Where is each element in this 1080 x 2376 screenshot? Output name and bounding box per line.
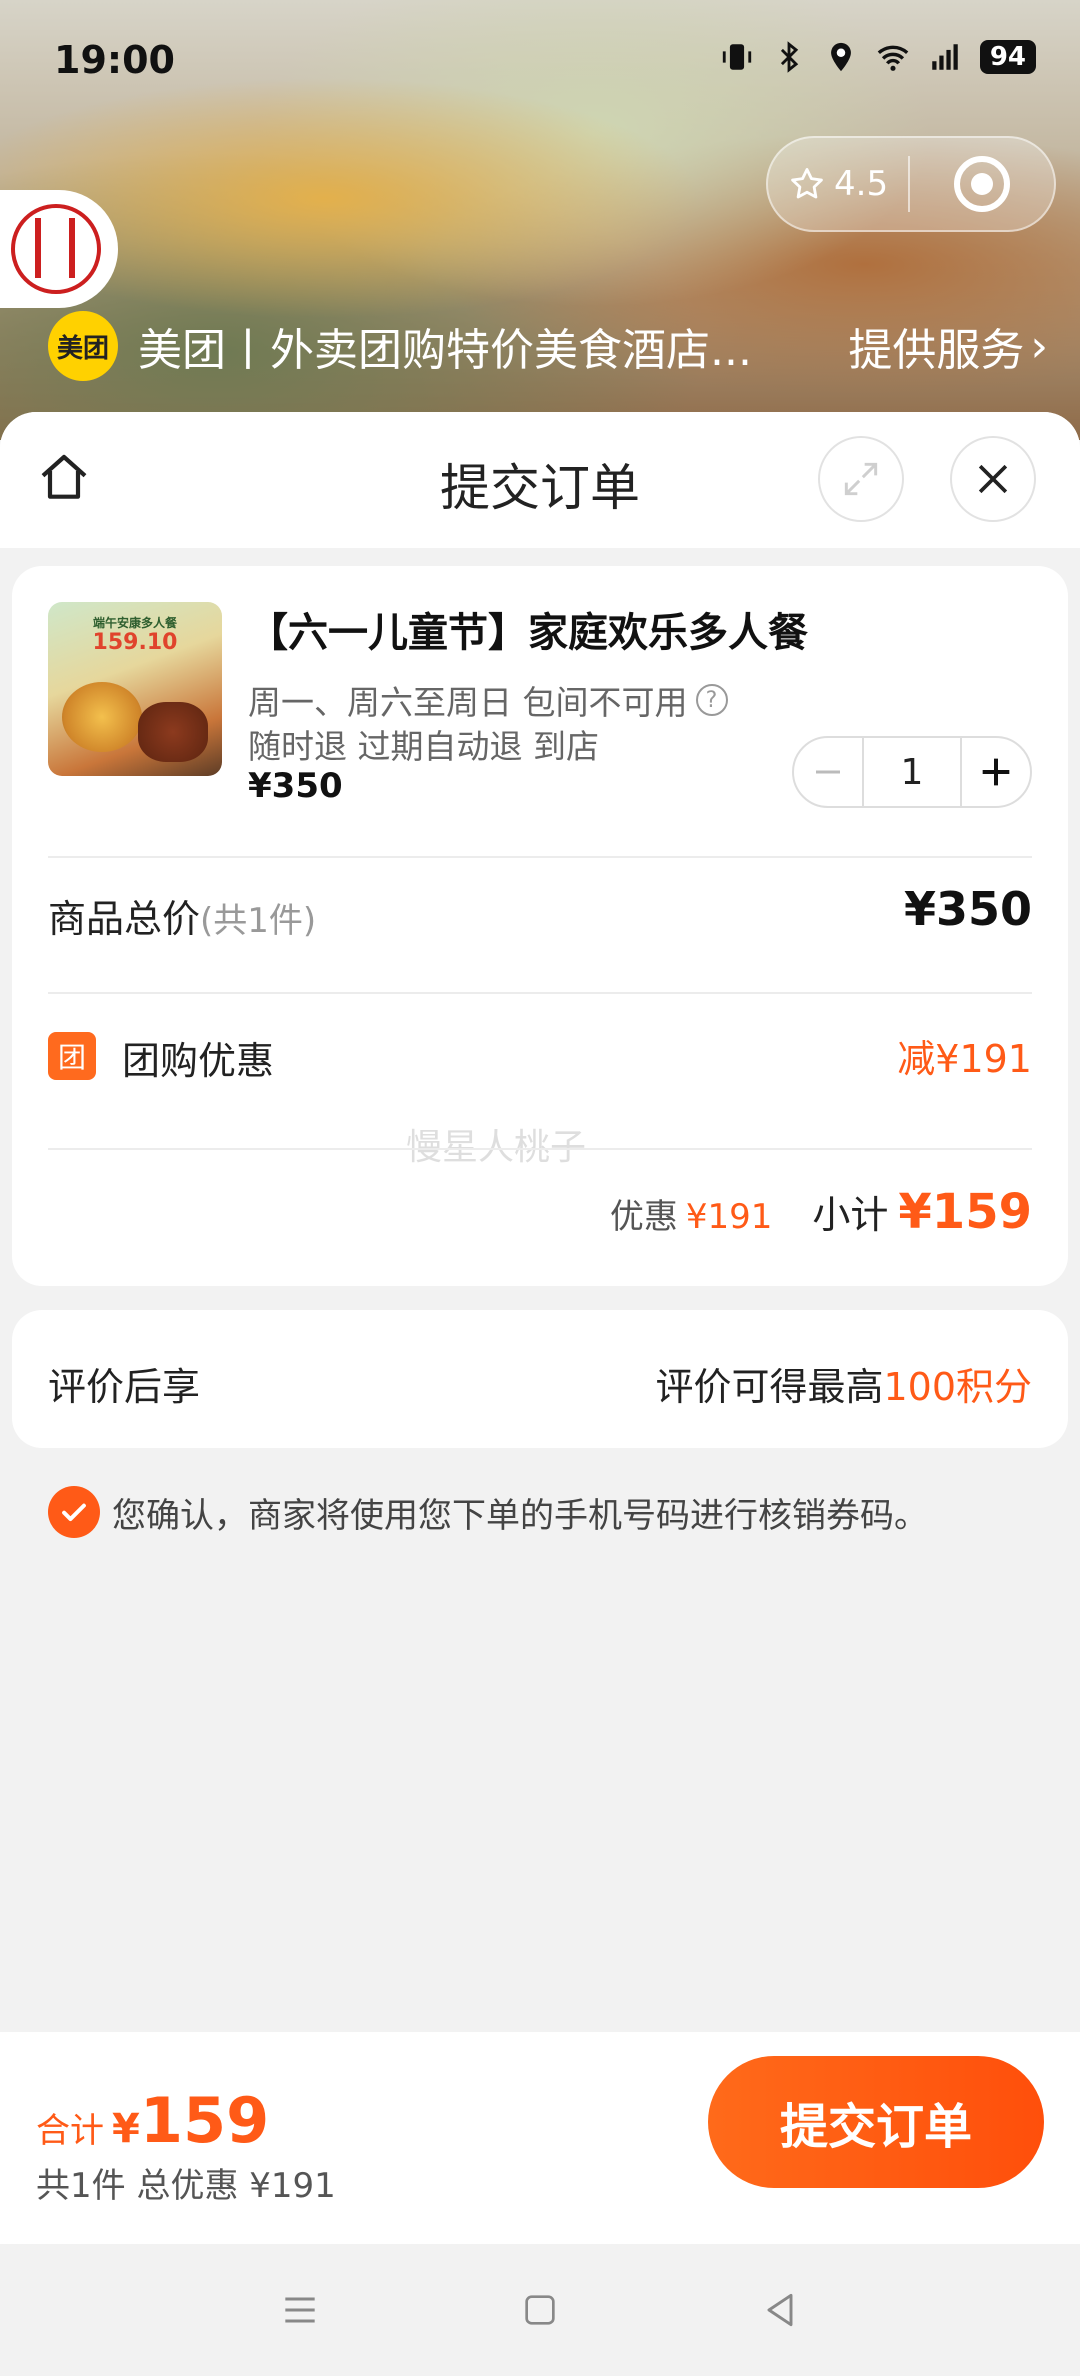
- sinopec-logo[interactable]: [0, 190, 118, 308]
- meituan-badge: 美团: [48, 311, 118, 381]
- total-price-row: 商品总价(共1件): [48, 888, 316, 943]
- total-price-label: 商品总价: [48, 897, 201, 941]
- back-icon: [767, 2293, 793, 2327]
- grand-total: 合计 ¥ 159: [36, 2084, 269, 2157]
- provider-row[interactable]: 美团 美团丨外卖团购特价美食酒店... 提供服务 ›: [48, 310, 1048, 382]
- divider: [48, 1148, 1032, 1150]
- product-image[interactable]: 端午安康多人餐 159.10: [48, 602, 222, 776]
- target-icon[interactable]: [954, 156, 1011, 212]
- discount-label: 优惠: [609, 1197, 678, 1237]
- quantity-stepper: 1: [792, 736, 1032, 808]
- plus-button[interactable]: [962, 738, 1030, 806]
- subtotal-label: 小计: [812, 1193, 889, 1237]
- watermark: 慢星人桃子: [406, 1127, 587, 1168]
- tuangou-label: 团购优惠: [122, 1039, 275, 1083]
- location-icon: [830, 42, 851, 72]
- provider-title: 美团丨外卖团购特价美食酒店...: [138, 325, 752, 376]
- total-price-value: ¥350: [903, 882, 1032, 936]
- provider-service-link[interactable]: 提供服务 ›: [848, 314, 1048, 378]
- menu-button[interactable]: [270, 2280, 330, 2340]
- close-button[interactable]: [950, 436, 1036, 522]
- status-bar: 19:00 94: [0, 0, 1080, 130]
- order-card: 端午安康多人餐 159.10 【六一儿童节】家庭欢乐多人餐 周一、周六至周日 包…: [12, 566, 1068, 1286]
- product-price: ¥350: [248, 766, 343, 806]
- mini-program-capsule: 4.5: [766, 136, 1056, 232]
- tuangou-icon: 团: [48, 1032, 96, 1080]
- status-icons: 94: [720, 40, 1036, 74]
- signal-icon: [932, 44, 958, 70]
- capsule-divider: [908, 156, 911, 212]
- grand-total-sub: 共1件 总优惠 ¥191: [36, 2166, 336, 2206]
- provider-service-label: 提供服务: [848, 325, 1025, 376]
- confirm-text: 您确认，商家将使用您下单的手机号码进行核销券码。: [112, 1495, 928, 1536]
- product-image-caption: 端午安康多人餐: [92, 616, 177, 630]
- minus-button[interactable]: [794, 738, 862, 806]
- minus-icon: [816, 770, 840, 774]
- product-restrictions: 周一、周六至周日 包间不可用 ?: [248, 676, 728, 724]
- close-icon: [978, 464, 1008, 494]
- order-sheet: 提交订单 端午安康多人餐 159.10 【六一儿童节】家庭欢乐多人餐 周一、周六…: [0, 412, 1080, 2032]
- review-reward-detail: 评价可得最高100积分: [655, 1356, 1032, 1411]
- submit-order-button[interactable]: 提交订单: [708, 2056, 1044, 2188]
- star-icon: [791, 168, 823, 199]
- expand-icon: [844, 462, 878, 496]
- sinopec-emblem: [11, 204, 101, 294]
- menu-icon: [285, 2297, 315, 2323]
- square-icon: [525, 2295, 555, 2325]
- sheet-header: 提交订单: [0, 412, 1080, 548]
- grand-total-currency: ¥: [112, 2106, 140, 2152]
- rating-button[interactable]: 4.5: [788, 164, 888, 204]
- review-reward-card[interactable]: 评价后享 评价可得最高100积分: [12, 1310, 1068, 1448]
- review-reward-label: 评价后享: [48, 1365, 201, 1409]
- discount-value: ¥191: [685, 1197, 773, 1237]
- home-nav-button[interactable]: [510, 2280, 570, 2340]
- quantity-value[interactable]: 1: [862, 738, 962, 806]
- grand-total-label: 合计: [36, 2111, 104, 2151]
- divider: [48, 856, 1032, 858]
- system-nav-bar: [0, 2244, 1080, 2376]
- back-nav-button[interactable]: [750, 2280, 810, 2340]
- plus-icon: [982, 758, 1010, 786]
- wifi-icon: [877, 45, 909, 71]
- chevron-right-icon: ›: [1030, 320, 1048, 372]
- subtotal-row: 优惠 ¥191 小计 ¥159: [610, 1184, 1032, 1240]
- expand-button[interactable]: [818, 436, 904, 522]
- bluetooth-icon: [780, 41, 799, 73]
- divider: [48, 992, 1032, 994]
- product-title: 【六一儿童节】家庭欢乐多人餐: [248, 610, 808, 656]
- pizza-graphic: [62, 682, 142, 752]
- product-refund-tags: 随时退 过期自动退 到店: [248, 727, 599, 766]
- confirm-checkbox[interactable]: [48, 1486, 100, 1538]
- product-restrictions-text: 周一、周六至周日 包间不可用: [248, 683, 688, 722]
- review-reward-points: 100积分: [883, 1365, 1032, 1409]
- subtotal-value: ¥159: [898, 1184, 1032, 1240]
- battery-indicator: 94: [979, 40, 1036, 74]
- tuangou-discount-value[interactable]: 减¥191: [897, 1028, 1032, 1083]
- rating-value: 4.5: [834, 164, 889, 204]
- question-icon[interactable]: ?: [695, 684, 728, 716]
- confirm-row: 您确认，商家将使用您下单的手机号码进行核销券码。: [48, 1486, 928, 1538]
- total-count: (共1件): [200, 901, 317, 941]
- check-icon: [62, 1503, 86, 1522]
- product-image-price: 159.10: [92, 630, 178, 655]
- grand-total-amount: 159: [139, 2084, 270, 2157]
- sheet-title: 提交订单: [440, 459, 640, 517]
- steak-graphic: [138, 702, 208, 762]
- status-time: 19:00: [54, 38, 175, 82]
- review-reward-prefix: 评价可得最高: [655, 1365, 884, 1409]
- vibrate-icon: [722, 44, 751, 70]
- checkout-bar: 合计 ¥ 159 共1件 总优惠 ¥191 提交订单: [0, 2032, 1080, 2244]
